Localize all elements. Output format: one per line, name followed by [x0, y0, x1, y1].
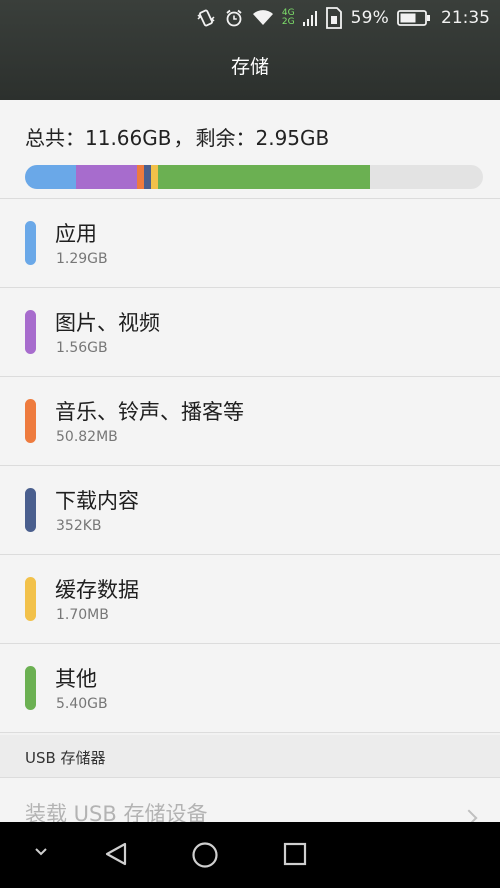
usage-bar-segment [150, 165, 158, 189]
usage-bar-segment [144, 165, 151, 189]
usage-bar-segment [137, 165, 145, 189]
storage-item-size: 5.40GB [56, 696, 108, 712]
wifi-icon [252, 9, 274, 27]
storage-item-downloads[interactable]: 下载内容 352KB [0, 466, 500, 555]
back-icon[interactable] [103, 840, 131, 872]
usage-bar-segment [157, 165, 370, 189]
color-indicator [25, 666, 36, 710]
storage-item-pictures-videos[interactable]: 图片、视频 1.56GB [0, 288, 500, 377]
storage-item-label: 应用 [55, 222, 97, 246]
battery-icon [397, 9, 431, 27]
storage-summary: 总共：11.66GB，剩余：2.95GB [0, 100, 500, 199]
storage-item-other[interactable]: 其他 5.40GB [0, 644, 500, 733]
total-label: 总共： [25, 126, 85, 150]
network-2g-label: 2G [281, 17, 295, 27]
storage-category-list: 应用 1.29GB 图片、视频 1.56GB 音乐、铃声、播客等 50.82MB… [0, 199, 500, 733]
storage-item-size: 1.29GB [56, 251, 108, 267]
storage-item-size: 50.82MB [56, 429, 118, 445]
navigation-bar [0, 822, 500, 888]
color-indicator [25, 577, 36, 621]
usb-section-header: USB 存储器 [0, 735, 500, 778]
storage-item-label: 图片、视频 [55, 311, 160, 335]
battery-percent: 59% [350, 8, 389, 28]
storage-item-audio[interactable]: 音乐、铃声、播客等 50.82MB [0, 377, 500, 466]
storage-summary-text: 总共：11.66GB，剩余：2.95GB [25, 122, 329, 151]
page-title: 存储 [230, 56, 269, 78]
storage-item-label: 音乐、铃声、播客等 [55, 400, 244, 424]
storage-item-label: 缓存数据 [55, 578, 139, 602]
free-label: 剩余： [195, 126, 256, 150]
recents-icon[interactable] [281, 840, 309, 872]
storage-item-label: 其他 [55, 667, 97, 691]
home-icon[interactable] [190, 840, 220, 874]
usage-bar-segment [75, 165, 138, 189]
alarm-icon [224, 8, 244, 28]
signal-icon [302, 9, 317, 27]
storage-item-label: 下载内容 [55, 489, 139, 513]
status-bar: 4G 2G 59% 21:35 [0, 0, 500, 36]
usb-section-title: USB 存储器 [25, 749, 106, 767]
hide-nav-chevron-icon[interactable] [30, 840, 52, 866]
storage-item-size: 1.56GB [56, 340, 108, 356]
storage-item-apps[interactable]: 应用 1.29GB [0, 199, 500, 288]
usage-bar-segment [25, 165, 76, 189]
storage-item-size: 352KB [56, 518, 102, 534]
network-type-label: 4G 2G [282, 9, 295, 27]
total-value: 11.66GB [85, 126, 172, 150]
storage-item-size: 1.70MB [56, 607, 109, 623]
storage-usage-bar [25, 165, 483, 189]
mount-usb-storage-item[interactable]: 装载 USB 存储设备 [0, 778, 500, 827]
color-indicator [25, 399, 36, 443]
vibrate-icon [196, 8, 216, 28]
clock: 21:35 [441, 8, 490, 28]
color-indicator [25, 310, 36, 354]
color-indicator [25, 488, 36, 532]
top-bar: 4G 2G 59% 21:35 存储 [0, 0, 500, 100]
color-indicator [25, 221, 36, 265]
storage-item-cache[interactable]: 缓存数据 1.70MB [0, 555, 500, 644]
summary-separator: ， [173, 126, 194, 150]
sim-icon [325, 7, 343, 29]
free-value: 2.95GB [255, 126, 330, 150]
